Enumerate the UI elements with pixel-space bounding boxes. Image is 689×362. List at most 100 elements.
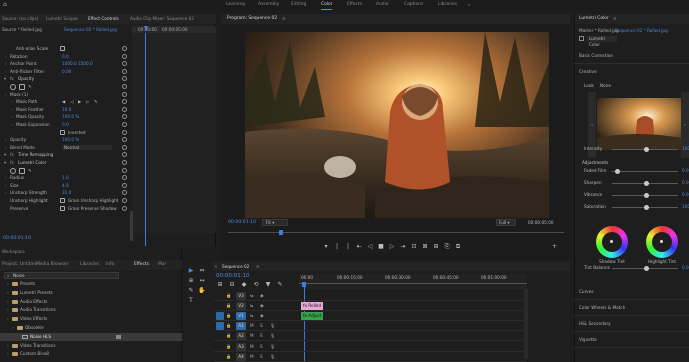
- disclosure-icon[interactable]: ▾: [4, 151, 6, 158]
- track-select-tool-icon[interactable]: ⇔: [198, 267, 206, 275]
- source-tab-3[interactable]: Audio Clip Mixer: Sequence 02: [130, 14, 194, 24]
- reset-icon[interactable]: [122, 144, 127, 150]
- disclosure-icon[interactable]: ›: [11, 106, 13, 113]
- pen-icon[interactable]: ✎: [28, 83, 32, 90]
- disclosure-icon[interactable]: ›: [7, 315, 9, 323]
- reset-icon[interactable]: [122, 76, 127, 82]
- go-to-in-icon[interactable]: ⇤: [355, 243, 363, 251]
- source-tab-2[interactable]: Effect Controls: [88, 14, 119, 24]
- project-tab-4[interactable]: Effects: [134, 260, 149, 270]
- fit-dropdown[interactable]: Fit ▾: [262, 219, 288, 226]
- track-target-toggle[interactable]: A2: [236, 332, 246, 341]
- timeline-option-icon[interactable]: ⊞: [216, 281, 224, 289]
- project-tab-0[interactable]: Project: Untitled: [2, 260, 37, 270]
- checkbox[interactable]: [60, 205, 65, 211]
- fx-badge-icon[interactable]: fx: [10, 151, 14, 158]
- effects-list-item[interactable]: › Obsolete: [0, 324, 182, 332]
- ec-param-value[interactable]: 0.0: [62, 53, 69, 60]
- program-menu-icon[interactable]: ≡: [282, 14, 286, 24]
- slider-knob[interactable]: [644, 266, 649, 271]
- ec-row[interactable]: ✎: [0, 83, 132, 90]
- mute-icon[interactable]: M: [250, 343, 254, 351]
- eye-icon[interactable]: ◉: [260, 292, 264, 300]
- disclosure-icon[interactable]: ›: [5, 144, 7, 151]
- color-wheel-handle[interactable]: [660, 240, 663, 243]
- effects-list-item[interactable]: › Video Transitions: [0, 342, 182, 350]
- mask-track-button[interactable]: ▶: [78, 98, 81, 105]
- lumetri-slider[interactable]: [612, 169, 678, 174]
- ec-mini-ruler[interactable]: 00:00:00 00:00:05:00: [132, 26, 216, 33]
- reset-icon[interactable]: [122, 61, 127, 67]
- lumetri-section-4[interactable]: HSL Secondary: [574, 316, 689, 332]
- ec-row[interactable]: ✎: [0, 167, 132, 174]
- reset-icon[interactable]: [122, 46, 127, 51]
- ellipse-mask-icon[interactable]: [10, 167, 16, 174]
- checkbox[interactable]: [60, 129, 65, 135]
- ec-row[interactable]: › Unsharp Strength 31.0: [0, 189, 132, 196]
- rect-mask-icon[interactable]: [19, 167, 25, 174]
- mask-track-button[interactable]: ◁: [70, 98, 73, 105]
- look-prev-arrow[interactable]: ‹: [588, 92, 596, 158]
- source-patch-toggle[interactable]: [216, 312, 224, 321]
- voiceover-icon[interactable]: 🎙: [270, 343, 275, 351]
- project-tab-1[interactable]: Media Browser: [36, 260, 68, 270]
- ec-row[interactable]: › Mask (1): [0, 91, 132, 98]
- reset-icon[interactable]: [122, 198, 127, 203]
- ec-row[interactable]: › Blend Mode Normal: [0, 144, 132, 151]
- workspace-tab-learning[interactable]: Learning: [226, 0, 245, 10]
- effects-list-item[interactable]: › Presets: [0, 280, 182, 288]
- program-tab[interactable]: Program: Sequence 02: [227, 14, 277, 24]
- solo-icon[interactable]: S: [260, 332, 263, 340]
- reset-icon[interactable]: [122, 190, 127, 196]
- lock-icon[interactable]: 🔒: [226, 332, 231, 340]
- timeline-menu-icon[interactable]: ≡: [256, 262, 260, 271]
- lift-icon[interactable]: ⊡: [410, 243, 418, 251]
- ec-param-value[interactable]: 4.9: [62, 182, 69, 189]
- disclosure-icon[interactable]: ›: [5, 136, 7, 143]
- ec-row[interactable]: Inverted: [0, 129, 132, 136]
- solo-icon[interactable]: S: [260, 353, 263, 361]
- checkbox[interactable]: [60, 198, 65, 203]
- disclosure-icon[interactable]: ›: [5, 91, 7, 98]
- track-target-toggle[interactable]: V3: [236, 292, 246, 300]
- disclosure-icon[interactable]: ›: [7, 280, 9, 288]
- disclosure-icon[interactable]: ›: [7, 350, 9, 358]
- ec-row[interactable]: › Mask Expansion 0.0: [0, 121, 132, 128]
- look-next-arrow[interactable]: ›: [681, 92, 689, 158]
- lumetri-slider[interactable]: [612, 193, 678, 198]
- disclosure-icon[interactable]: ›: [5, 189, 7, 196]
- lumetri-slider[interactable]: [612, 266, 678, 271]
- extract-icon[interactable]: ⊠: [421, 243, 429, 251]
- timeline-clip[interactable]: fx Adjust: [301, 312, 323, 321]
- sync-lock-icon[interactable]: ⇆: [250, 292, 254, 300]
- lock-icon[interactable]: 🔒: [226, 292, 231, 300]
- lumetri-slider[interactable]: [612, 147, 678, 152]
- ec-row[interactable]: › Opacity 100.0 %: [0, 136, 132, 143]
- source-tab-0[interactable]: Source: (no clips): [2, 14, 38, 24]
- project-tab-3[interactable]: Info: [106, 260, 114, 270]
- disclosure-icon[interactable]: ›: [11, 113, 13, 120]
- solo-icon[interactable]: S: [260, 322, 263, 330]
- program-timecode[interactable]: 00:00:01:10: [228, 219, 256, 226]
- timeline-option-icon[interactable]: ◆: [240, 281, 248, 289]
- timeline-option-icon[interactable]: ▼: [264, 281, 272, 289]
- track-target-toggle[interactable]: V2: [236, 302, 246, 311]
- disclosure-icon[interactable]: ›: [7, 342, 9, 350]
- workspace-tab-libraries[interactable]: Libraries: [438, 0, 457, 10]
- reset-icon[interactable]: [122, 129, 127, 135]
- effects-list-item[interactable]: › Audio Transitions: [0, 306, 182, 314]
- timeline-timecode[interactable]: 00:00:01:10: [216, 272, 250, 280]
- ec-row[interactable]: › Mask Feather 10.0: [0, 106, 132, 113]
- ec-param-value[interactable]: 10.0: [62, 106, 71, 113]
- reset-icon[interactable]: [122, 175, 127, 181]
- disclosure-icon[interactable]: ›: [11, 98, 13, 105]
- ec-sequence-label[interactable]: Sequence 02 * Rolled.jpg: [64, 27, 126, 33]
- mute-icon[interactable]: M: [250, 332, 254, 340]
- color-wheel[interactable]: [646, 226, 678, 258]
- workspace-tab-effects[interactable]: Effects: [347, 0, 362, 10]
- source-patch-toggle[interactable]: [216, 332, 224, 340]
- close-icon[interactable]: ×: [214, 262, 218, 271]
- mask-track-button[interactable]: ◀: [62, 98, 65, 105]
- source-tab-1[interactable]: Lumetri Scopes: [46, 14, 78, 24]
- lumetri-section-basic[interactable]: Basic Correction: [574, 48, 689, 64]
